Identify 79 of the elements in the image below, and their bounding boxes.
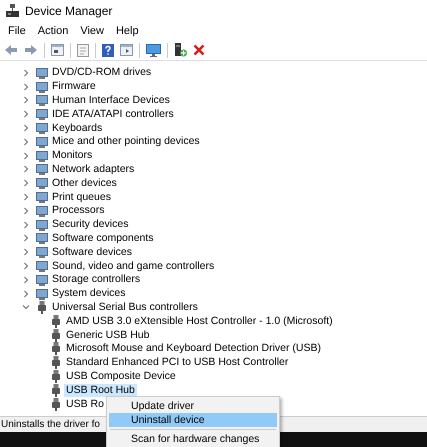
status-text: Uninstalls the driver fo: [1, 419, 100, 430]
tree-item[interactable]: Firmware: [50, 80, 98, 94]
usb-plug-icon: [38, 300, 46, 314]
device-icon: [36, 288, 48, 300]
window-title: Device Manager: [25, 4, 112, 18]
device-icon: [36, 274, 48, 286]
expand-chevron-icon[interactable]: [22, 290, 30, 298]
tree-item[interactable]: Universal Serial Bus controllers: [50, 300, 200, 314]
device-icon: [36, 177, 48, 190]
window-pane-icon[interactable]: [120, 44, 133, 56]
expand-chevron-icon[interactable]: [22, 248, 30, 256]
tree-item[interactable]: IDE ATA/ATAPI controllers: [50, 108, 176, 121]
device-icon: [36, 94, 48, 106]
expand-chevron-icon[interactable]: [22, 276, 30, 284]
expand-chevron-icon[interactable]: [22, 82, 30, 91]
uninstall-icon[interactable]: [193, 44, 205, 56]
forward-arrow-icon[interactable]: [24, 44, 38, 56]
tree-item[interactable]: Human Interface Devices: [50, 94, 172, 107]
expand-chevron-icon[interactable]: [22, 220, 30, 229]
device-icon: [36, 80, 48, 93]
menu-item[interactable]: View: [74, 22, 110, 38]
context-menu-item[interactable]: Uninstall device: [109, 413, 277, 427]
tree-item[interactable]: USB Composite Device: [64, 370, 178, 383]
expand-chevron-icon[interactable]: [22, 179, 30, 188]
device-icon: [36, 246, 48, 258]
tree-item[interactable]: Security devices: [50, 218, 130, 232]
tree-item[interactable]: Software devices: [50, 246, 134, 259]
tree-item[interactable]: Keyboards: [50, 122, 104, 135]
tree-item[interactable]: AMD USB 3.0 eXtensible Host Controller - 1.0 (Microsoft): [64, 314, 335, 328]
menu-item[interactable]: Help: [110, 22, 145, 38]
tree-item[interactable]: USB Root Hub: [64, 384, 137, 397]
device-icon: [36, 218, 48, 231]
expand-chevron-icon[interactable]: [22, 165, 30, 174]
menu-item[interactable]: Action: [32, 22, 74, 38]
device-icon: [36, 163, 48, 176]
tree-item[interactable]: USB Ro: [64, 398, 106, 411]
expand-chevron-icon[interactable]: [22, 138, 30, 146]
help-icon[interactable]: [102, 44, 114, 56]
expand-chevron-icon[interactable]: [22, 234, 30, 242]
device-icon: [36, 108, 48, 120]
menu-item[interactable]: File: [2, 22, 32, 38]
device-icon: [36, 191, 48, 204]
device-icon: [36, 136, 48, 148]
tree-item[interactable]: DVD/CD-ROM drives: [50, 66, 154, 80]
context-menu-item[interactable]: Update driver: [109, 399, 277, 413]
monitor-icon[interactable]: [146, 44, 161, 56]
expand-chevron-icon[interactable]: [22, 124, 30, 132]
device-icon: [36, 260, 48, 272]
device-icon: [36, 150, 48, 162]
expand-chevron-icon[interactable]: [22, 110, 30, 118]
device-icon: [36, 66, 48, 79]
expand-chevron-icon[interactable]: [22, 152, 30, 160]
add-driver-icon[interactable]: [174, 43, 187, 57]
device-icon: [36, 122, 48, 134]
tree-item[interactable]: Other devices: [50, 176, 119, 190]
tree-item[interactable]: Generic USB Hub: [64, 328, 152, 342]
tree-item[interactable]: Network adapters: [50, 162, 136, 176]
tree-item[interactable]: Sound, video and game controllers: [50, 260, 216, 273]
app-icon: [6, 4, 19, 17]
tree-item[interactable]: Monitors: [50, 149, 94, 162]
collapse-chevron-icon[interactable]: [22, 303, 30, 312]
device-icon: [36, 204, 48, 217]
window-pane-icon[interactable]: [51, 44, 64, 56]
expand-chevron-icon[interactable]: [22, 206, 30, 215]
properties-icon[interactable]: [77, 44, 89, 56]
tree-item[interactable]: Print queues: [50, 190, 113, 204]
tree-item[interactable]: Processors: [50, 204, 107, 218]
back-arrow-icon[interactable]: [4, 44, 18, 56]
tree-item[interactable]: Microsoft Mouse and Keyboard Detection Driver (USB): [64, 342, 324, 356]
expand-chevron-icon[interactable]: [22, 68, 30, 77]
expand-chevron-icon[interactable]: [22, 262, 30, 270]
expand-chevron-icon[interactable]: [22, 96, 30, 104]
tree-item[interactable]: Mice and other pointing devices: [50, 135, 202, 148]
expand-chevron-icon[interactable]: [22, 193, 30, 202]
tree-item[interactable]: Software components: [50, 232, 156, 245]
tree-item[interactable]: System devices: [50, 287, 128, 300]
tree-item[interactable]: Standard Enhanced PCI to USB Host Controller: [64, 356, 290, 370]
tree-item[interactable]: Storage controllers: [50, 273, 142, 286]
device-icon: [36, 232, 48, 244]
